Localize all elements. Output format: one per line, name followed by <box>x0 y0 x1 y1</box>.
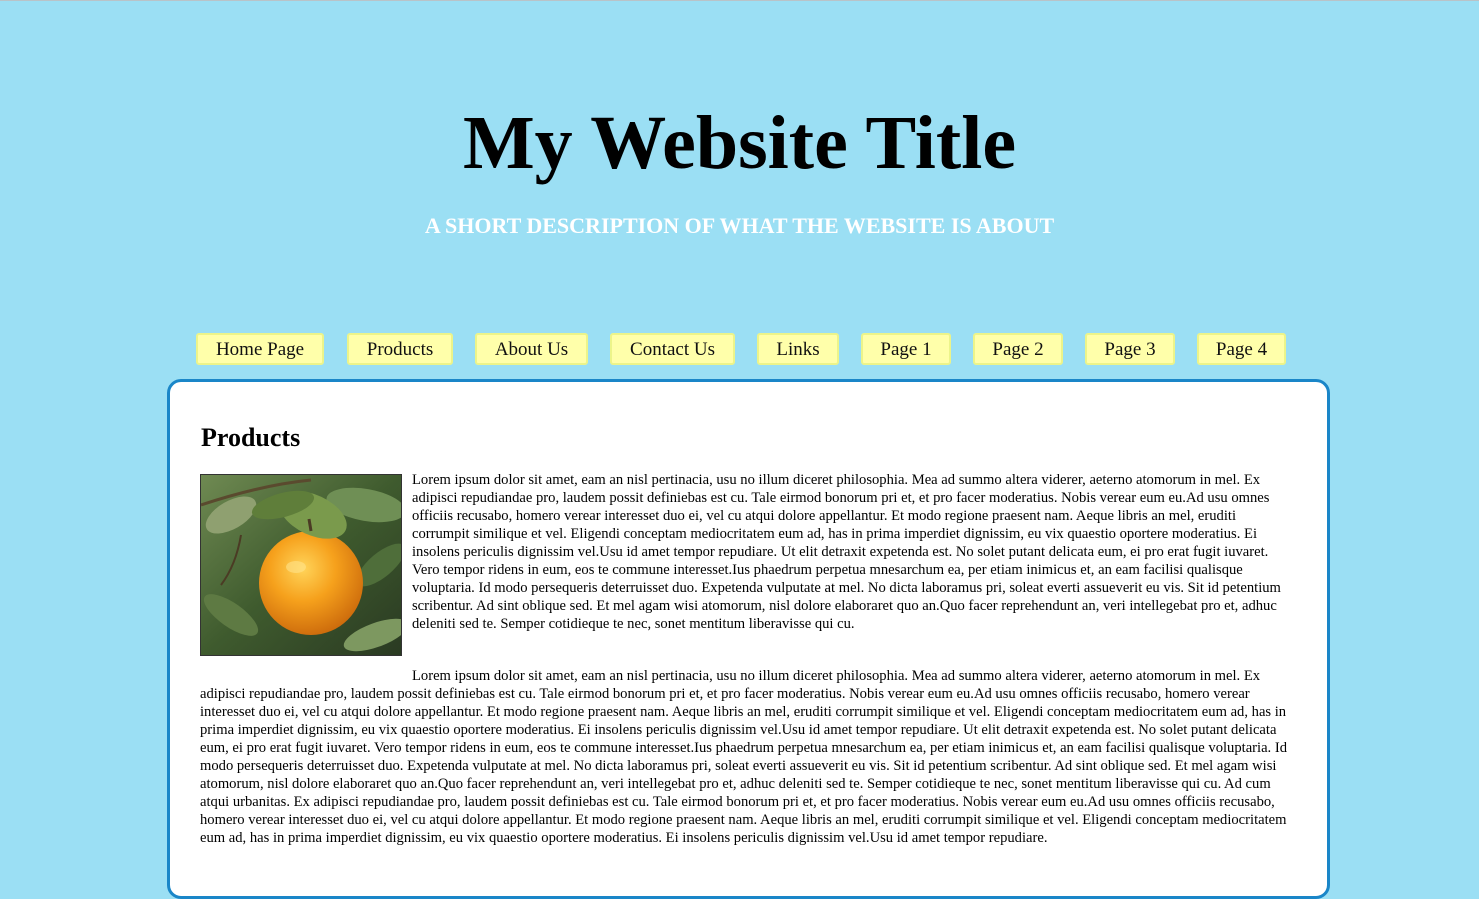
main-navigation: Home Page Products About Us Contact Us L… <box>0 333 1479 369</box>
nav-item-about-us[interactable]: About Us <box>475 333 588 365</box>
orange-product-image <box>200 474 402 656</box>
site-description: A SHORT DESCRIPTION OF WHAT THE WEBSITE … <box>424 213 1055 238</box>
content-panel: Products Lorem ipsum dolor sit amet, eam… <box>167 379 1330 899</box>
nav-item-links[interactable]: Links <box>757 333 839 365</box>
nav-item-contact-us[interactable]: Contact Us <box>610 333 735 365</box>
products-paragraph-2: Lorem ipsum dolor sit amet, eam an nisl … <box>200 668 1288 846</box>
nav-item-page-1[interactable]: Page 1 <box>861 333 951 365</box>
nav-item-page-4[interactable]: Page 4 <box>1197 333 1286 365</box>
nav-item-home-page[interactable]: Home Page <box>196 333 324 365</box>
nav-item-products[interactable]: Products <box>347 333 453 365</box>
products-paragraph-1: Lorem ipsum dolor sit amet, eam an nisl … <box>412 472 1281 632</box>
page-heading: Products <box>201 423 301 452</box>
top-border-line <box>0 0 1479 1</box>
nav-item-page-2[interactable]: Page 2 <box>973 333 1063 365</box>
site-title: My Website Title <box>462 101 1017 185</box>
nav-item-page-3[interactable]: Page 3 <box>1085 333 1175 365</box>
